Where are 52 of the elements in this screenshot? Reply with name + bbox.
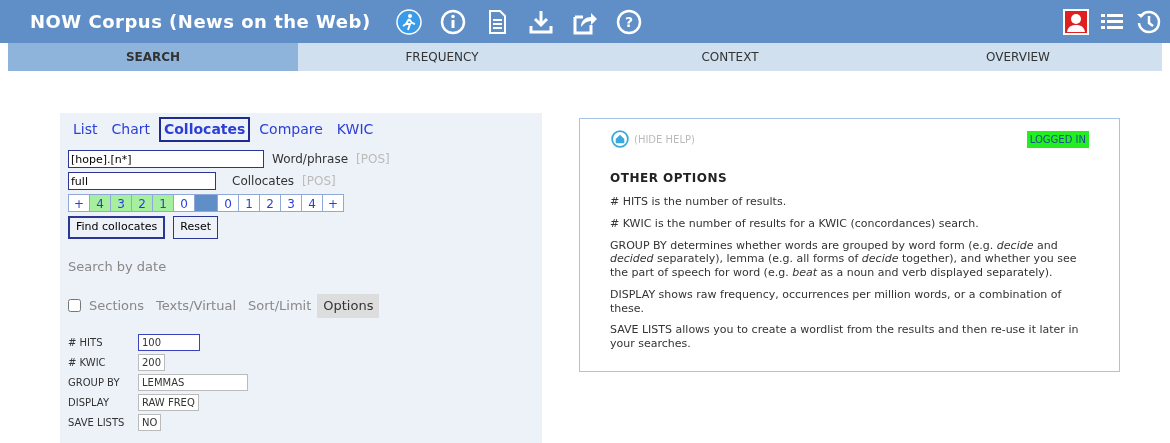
input-field[interactable]: full (68, 172, 216, 190)
walking-figure-icon[interactable] (394, 7, 423, 36)
input-field[interactable]: [hope].[n*] (68, 150, 264, 168)
help-paragraph: GROUP BY determines whether words are grouped by word form (e.g. decide and decided separately), lemma (e.g. all forms of decide together), and whether you see the part of speech for word (e.g. beat as a noun and verb displayed separately). (610, 238, 1078, 280)
span-button[interactable]: 3 (110, 194, 132, 212)
mode-link[interactable]: KWIC (331, 117, 379, 142)
mode-link[interactable]: Collocates (158, 117, 251, 142)
option-field[interactable]: 100 (138, 333, 200, 351)
find-button[interactable]: Find collocates (68, 216, 166, 239)
tab[interactable]: SEARCH (8, 43, 298, 71)
checkbox[interactable] (68, 299, 81, 313)
option-label: SAVE LISTS (68, 415, 126, 430)
option-label: # HITS (68, 335, 104, 350)
mode-link[interactable]: List (68, 117, 103, 142)
expand-button[interactable]: + (322, 194, 344, 212)
help-heading: OTHER OPTIONS (610, 170, 729, 187)
node-slot (194, 194, 218, 212)
span-button[interactable]: 1 (238, 194, 260, 212)
help-paragraph: DISPLAY shows raw frequency, occurrences per million words, or a combination of these. (610, 287, 1063, 316)
field-label: Collocates (232, 173, 295, 190)
tab[interactable]: OVERVIEW (874, 43, 1162, 71)
status-badge: LOGGED IN (1026, 130, 1089, 148)
user-icon[interactable] (1062, 7, 1090, 36)
home-icon[interactable] (610, 129, 630, 149)
tab[interactable]: CONTEXT (586, 43, 874, 71)
option-field[interactable]: NO (138, 413, 162, 431)
section-tab[interactable]: Options (317, 294, 380, 318)
option-field[interactable]: 200 (138, 353, 166, 371)
mode-link[interactable]: Chart (106, 117, 155, 142)
span-button[interactable]: 0 (217, 194, 239, 212)
expand-button[interactable]: + (68, 194, 90, 212)
field-label: Word/phrase (272, 151, 349, 168)
help-paragraph: SAVE LISTS allows you to create a wordlist from the results and then re-use it later in your searches. (610, 323, 1080, 351)
reset-button[interactable]: Reset (173, 216, 218, 239)
option-field[interactable]: RAW FREQ (138, 393, 199, 411)
info-icon[interactable] (438, 7, 467, 36)
option-field[interactable]: LEMMAS (138, 373, 248, 391)
option-label: # KWIC (68, 355, 107, 370)
span-button[interactable]: 3 (280, 194, 302, 212)
span-button[interactable]: 2 (259, 194, 281, 212)
option-label: DISPLAY (68, 395, 110, 410)
option-label: GROUP BY (68, 375, 121, 390)
span-button[interactable]: 2 (131, 194, 153, 212)
help-paragraph: # HITS is the number of results. (610, 195, 788, 209)
mode-link[interactable]: Compare (254, 117, 328, 142)
span-button[interactable]: 0 (173, 194, 195, 212)
help-paragraph: # KWIC is the number of results for a KWIC (concordances) search. (610, 216, 980, 231)
span-button[interactable]: 1 (152, 194, 174, 212)
span-button[interactable]: 4 (301, 194, 323, 212)
site-title: NOW Corpus (News on the Web) (30, 10, 371, 34)
tab[interactable]: FREQUENCY (298, 43, 586, 71)
span-button[interactable]: 4 (89, 194, 111, 212)
